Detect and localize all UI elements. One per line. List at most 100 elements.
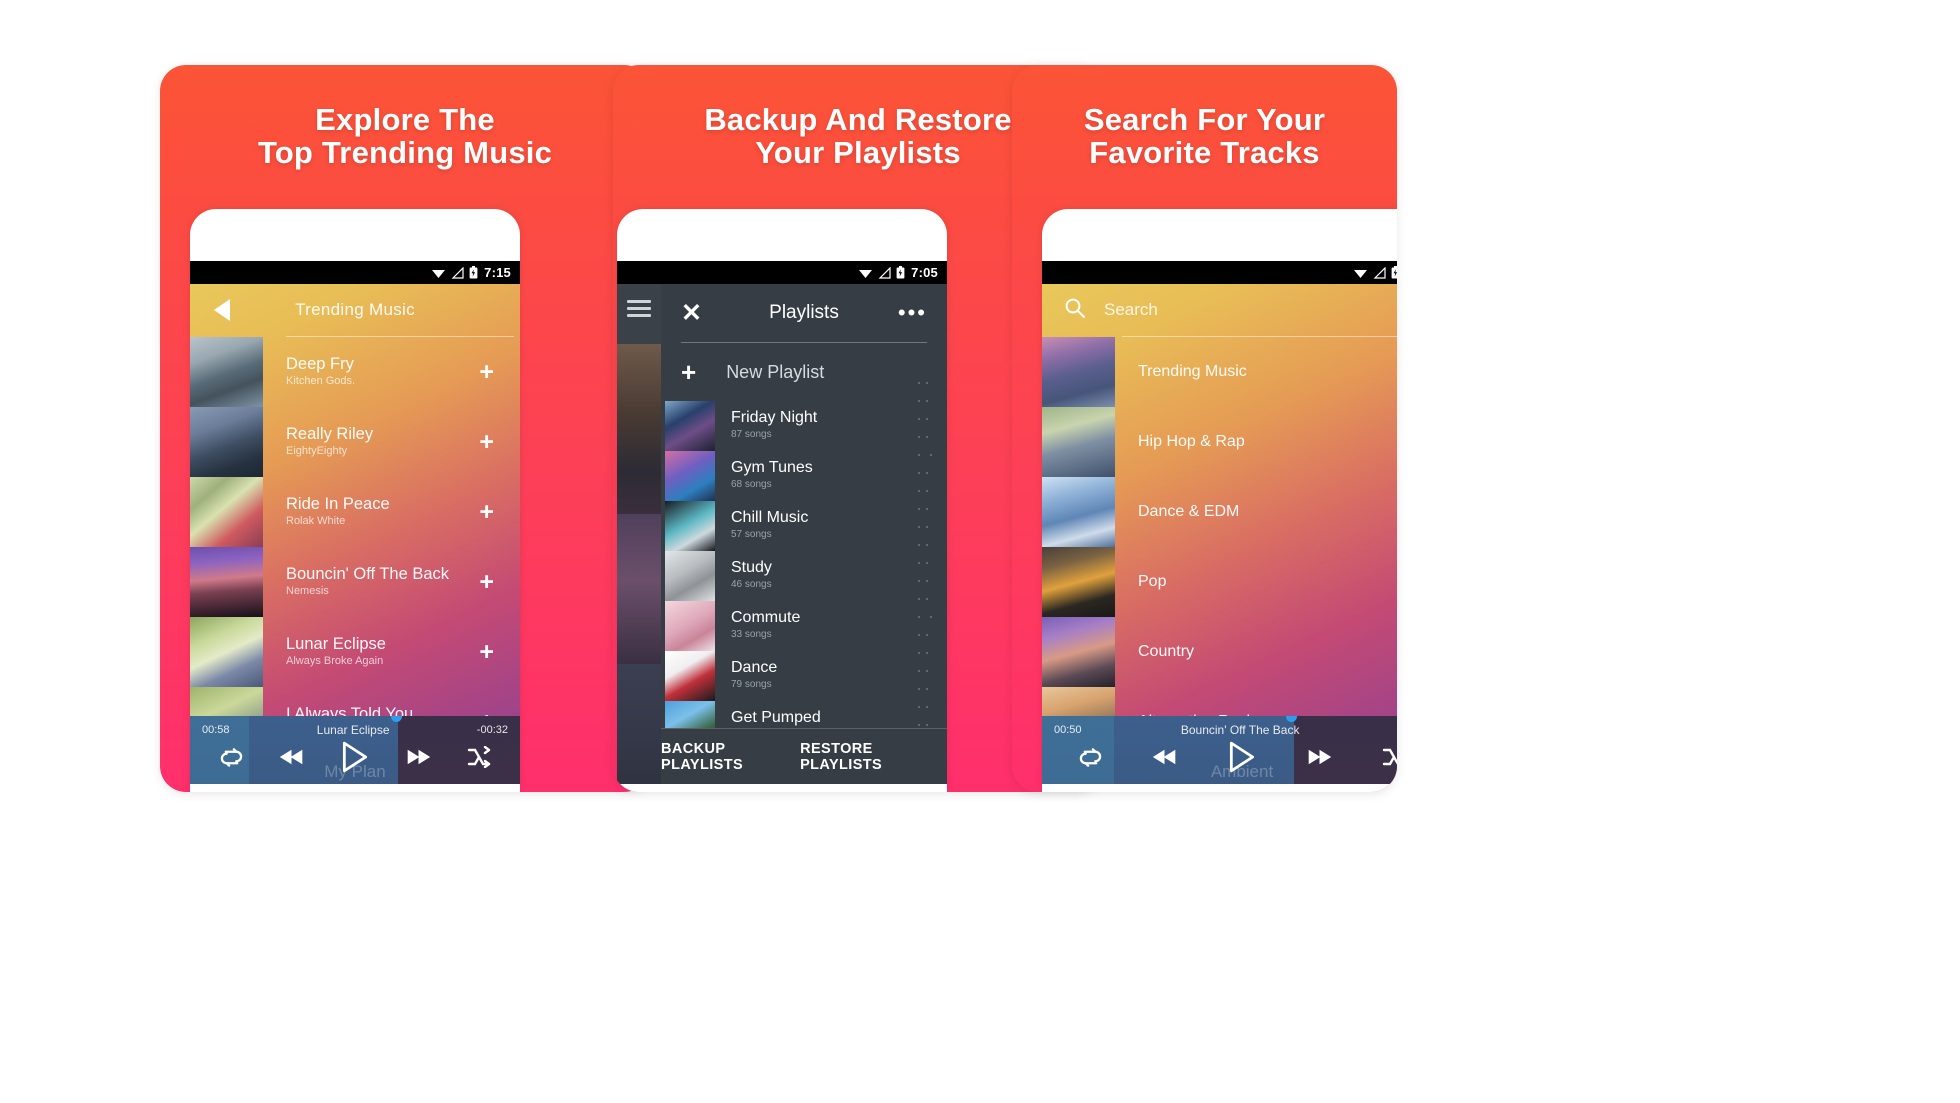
genre-art	[1042, 407, 1115, 477]
playlist-row[interactable]: Commute 33 songs	[661, 601, 947, 651]
playlist-name: Dance	[731, 659, 778, 677]
playlist-song-count: 33 songs	[731, 628, 772, 640]
backup-playlists-button[interactable]: BACKUP PLAYLISTS	[661, 741, 800, 773]
playlist-row[interactable]: Gym Tunes 68 songs	[661, 451, 947, 501]
background-artwork-strip	[617, 344, 661, 514]
player-content: 00:58 Lunar Eclipse -00:32 My Plan	[190, 716, 520, 784]
remaining-time: -00:32	[476, 724, 508, 736]
signal-icon	[1373, 266, 1386, 279]
playlist-art	[665, 551, 715, 601]
mini-player-1[interactable]: 00:58 Lunar Eclipse -00:32 My Plan	[190, 716, 520, 784]
rewind-icon[interactable]	[1151, 747, 1178, 772]
genre-row[interactable]: Dance & EDM	[1042, 477, 1397, 547]
restore-playlists-button[interactable]: RESTORE PLAYLISTS	[800, 741, 947, 773]
promo-card-search: Search For Your Favorite Tracks 7:45 Sea	[1012, 65, 1397, 792]
song-row[interactable]: Really Riley EightyEighty +	[190, 407, 520, 477]
play-icon[interactable]	[340, 741, 370, 778]
add-song-button[interactable]: +	[479, 569, 520, 595]
genre-art	[1042, 337, 1115, 407]
elapsed-time: 00:50	[1054, 724, 1082, 736]
song-title: Lunar Eclipse	[286, 634, 386, 653]
genre-row[interactable]: Pop	[1042, 547, 1397, 617]
playlist-name: Commute	[731, 609, 801, 627]
signal-icon	[451, 266, 464, 279]
playlist-art	[665, 651, 715, 701]
phone-screen-2: 7:05 ✕ Playlists ••• + New Playlist Frid…	[617, 261, 947, 784]
player-controls	[1042, 741, 1397, 778]
trending-title: Trending Music	[295, 300, 415, 319]
phone-screen-1: 7:15 Trending Music Deep Fry Kitchen God…	[190, 261, 520, 784]
add-song-button[interactable]: +	[479, 499, 520, 525]
playlist-art	[665, 501, 715, 551]
player-time-row: 00:58 Lunar Eclipse -00:32	[190, 723, 520, 737]
genre-row[interactable]: Country	[1042, 617, 1397, 687]
playlist-name: Friday Night	[731, 409, 818, 427]
new-playlist-button[interactable]: + New Playlist	[661, 343, 947, 401]
overflow-menu-icon[interactable]: •••	[898, 302, 927, 324]
fast-forward-icon[interactable]	[405, 747, 432, 772]
genre-info: Pop	[1115, 573, 1397, 591]
playlist-name: Get Pumped	[731, 709, 821, 727]
playlist-info: Commute 33 songs	[715, 609, 800, 643]
add-song-button[interactable]: +	[479, 639, 520, 665]
repeat-icon[interactable]	[220, 746, 243, 774]
genre-art	[1042, 477, 1115, 547]
card-title-explore: Explore The Top Trending Music	[160, 103, 650, 170]
shuffle-icon[interactable]	[1382, 746, 1397, 773]
song-row[interactable]: Deep Fry Kitchen Gods. +	[190, 337, 520, 407]
genre-art	[1042, 617, 1115, 687]
add-song-button[interactable]: +	[479, 359, 520, 385]
playlists-sheet: ✕ Playlists ••• + New Playlist Friday Ni…	[661, 284, 947, 784]
fast-forward-icon[interactable]	[1306, 747, 1333, 772]
album-art	[190, 407, 263, 477]
song-title: Bouncin' Off The Back	[286, 564, 450, 583]
playlist-art	[665, 401, 715, 451]
status-bar-1: 7:15	[190, 261, 520, 284]
repeat-icon[interactable]	[1079, 746, 1102, 774]
card-title-search: Search For Your Favorite Tracks	[1012, 103, 1397, 170]
search-bar[interactable]: Search	[1042, 284, 1397, 336]
song-row[interactable]: Bouncin' Off The Back Nemesis +	[190, 547, 520, 617]
wifi-icon	[1354, 269, 1368, 278]
add-song-button[interactable]: +	[479, 429, 520, 455]
album-art	[190, 337, 263, 407]
playlist-info: Dance 79 songs	[715, 659, 777, 693]
genre-info: Country	[1115, 643, 1397, 661]
playlist-row[interactable]: Chill Music 57 songs	[661, 501, 947, 551]
playlist-list[interactable]: Friday Night 87 songs Gym Tunes 68 songs	[661, 401, 947, 728]
status-clock-2: 7:05	[911, 265, 938, 280]
play-icon[interactable]	[1227, 741, 1257, 778]
battery-icon	[896, 266, 905, 279]
playlist-info: Chill Music 57 songs	[715, 509, 808, 543]
playlist-info: Friday Night 87 songs	[715, 409, 817, 443]
progress-handle[interactable]	[1286, 716, 1297, 722]
status-bar-3: 7:45	[1042, 261, 1397, 284]
card-title-line2: Top Trending Music	[257, 135, 553, 171]
search-input[interactable]: Search	[1104, 300, 1158, 320]
genre-name: Hip Hop & Rap	[1138, 433, 1245, 451]
mini-player-3[interactable]: 00:50 Bouncin' Off The Back -00:28 Ambie…	[1042, 716, 1397, 784]
promo-screenshot-stage: Explore The Top Trending Music 7:15 Tren…	[0, 0, 1960, 1103]
playlist-row[interactable]: Dance 79 songs	[661, 651, 947, 701]
hamburger-icon[interactable]	[627, 300, 651, 321]
playlist-row[interactable]: Friday Night 87 songs	[661, 401, 947, 451]
shuffle-icon[interactable]	[467, 745, 491, 773]
playlist-name: Chill Music	[731, 509, 809, 527]
genre-row[interactable]: Trending Music	[1042, 337, 1397, 407]
elapsed-time: 00:58	[202, 724, 230, 736]
playlist-song-count: 79 songs	[731, 678, 772, 690]
song-row[interactable]: Ride In Peace Rolak White +	[190, 477, 520, 547]
background-artwork-strip	[617, 664, 661, 784]
rewind-icon[interactable]	[278, 747, 305, 772]
playlist-row[interactable]: Get Pumped 99 songs	[661, 701, 947, 728]
playlist-name: Study	[731, 559, 772, 577]
genre-row[interactable]: Hip Hop & Rap	[1042, 407, 1397, 477]
progress-handle[interactable]	[391, 716, 403, 722]
song-row[interactable]: Lunar Eclipse Always Broke Again +	[190, 617, 520, 687]
phone-frame-3: 7:45 Search Trending Mus	[1042, 209, 1397, 792]
playlist-song-count: 57 songs	[731, 528, 772, 540]
playlist-row[interactable]: Study 46 songs	[661, 551, 947, 601]
album-art	[190, 617, 263, 687]
search-screen: Search Trending Music Hip Hop & Rap Danc…	[1042, 284, 1397, 784]
song-info: Deep Fry Kitchen Gods.	[263, 355, 479, 390]
